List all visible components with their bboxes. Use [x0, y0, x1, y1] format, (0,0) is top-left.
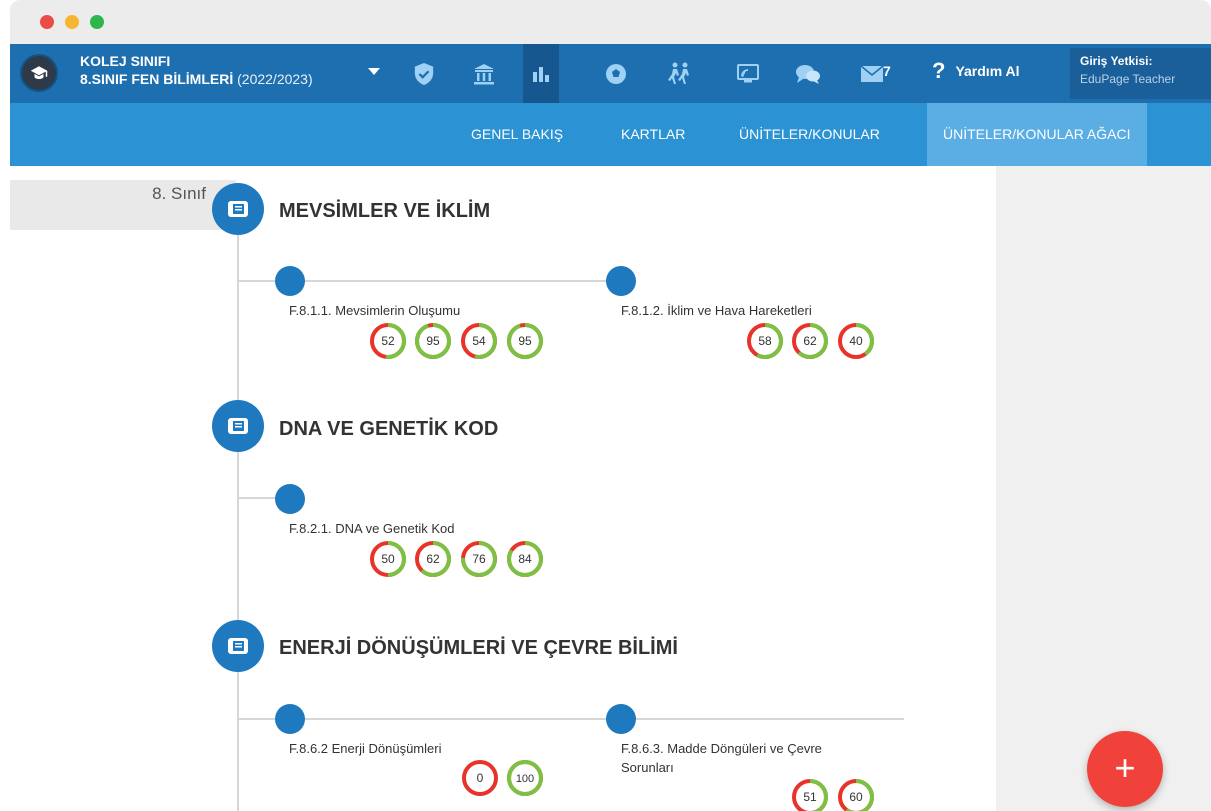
add-button[interactable]: +: [1087, 731, 1163, 807]
topic-name[interactable]: F.8.6.3. Madde Döngüleri ve Çevre Sorunl…: [621, 739, 822, 777]
topic-name-line: F.8.6.3. Madde Döngüleri ve Çevre: [621, 741, 822, 756]
tab-bar: GENEL BAKIŞ KARTLAR ÜNİTELER/KONULAR ÜNİ…: [10, 103, 1211, 166]
maximize-window-button[interactable]: [90, 15, 104, 29]
school-building-icon[interactable]: [468, 58, 500, 90]
branch-line: [239, 718, 904, 720]
topic-name[interactable]: F.8.1.2. İklim ve Hava Hareketleri: [621, 301, 812, 320]
score-ring[interactable]: 0: [461, 759, 499, 797]
login-role-value: EduPage Teacher: [1080, 72, 1176, 86]
close-window-button[interactable]: [40, 15, 54, 29]
score-ring[interactable]: 84: [506, 540, 544, 578]
tab-units-tree[interactable]: ÜNİTELER/KONULAR AĞACI: [927, 103, 1147, 166]
score-ring[interactable]: 100: [506, 759, 544, 797]
presentation-icon[interactable]: [732, 58, 764, 90]
help-button[interactable]: ? Yardım Al: [932, 60, 1020, 82]
score-value: 51: [803, 790, 817, 804]
score-value: 40: [849, 334, 863, 348]
score-ring[interactable]: 58: [746, 322, 784, 360]
tab-units[interactable]: ÜNİTELER/KONULAR: [739, 103, 880, 166]
topic-node[interactable]: [606, 704, 636, 734]
score-ring[interactable]: 62: [414, 540, 452, 578]
score-ring[interactable]: 51: [791, 778, 829, 811]
help-label: Yardım Al: [955, 63, 1020, 79]
soccer-ball-icon[interactable]: [600, 58, 632, 90]
school-name: KOLEJ SINIFI: [80, 53, 171, 69]
score-ring[interactable]: 95: [414, 322, 452, 360]
graduation-cap-icon[interactable]: [20, 54, 58, 92]
unit-book-icon[interactable]: [212, 400, 264, 452]
school-year: (2022/2023): [237, 71, 313, 87]
score-value: 52: [381, 334, 395, 348]
shield-icon[interactable]: [408, 58, 440, 90]
login-label: Giriş Yetkisi:: [1080, 54, 1153, 68]
topic-node[interactable]: [275, 266, 305, 296]
class-selector[interactable]: KOLEJ SINIFI 8.SINIF FEN BİLİMLERİ (2022…: [80, 52, 313, 88]
unit-book-icon[interactable]: [212, 620, 264, 672]
score-ring[interactable]: 40: [837, 322, 875, 360]
score-ring[interactable]: 62: [791, 322, 829, 360]
people-walking-icon[interactable]: [664, 58, 696, 90]
topic-node[interactable]: [606, 266, 636, 296]
unit-title[interactable]: DNA VE GENETİK KOD: [279, 418, 498, 441]
score-value: 0: [477, 771, 484, 785]
topic-name[interactable]: F.8.1.1. Mevsimlerin Oluşumu: [289, 301, 460, 320]
score-value: 95: [426, 334, 440, 348]
bar-chart-icon[interactable]: [523, 44, 559, 103]
chevron-down-icon[interactable]: [368, 68, 380, 75]
minimize-window-button[interactable]: [65, 15, 79, 29]
grade-label: 8. Sınıf: [10, 180, 236, 230]
unit-title[interactable]: ENERJİ DÖNÜŞÜMLERİ VE ÇEVRE BİLİMİ: [279, 637, 678, 660]
class-name: 8.SINIF FEN BİLİMLERİ: [80, 71, 234, 87]
score-ring[interactable]: 50: [369, 540, 407, 578]
score-ring[interactable]: 76: [460, 540, 498, 578]
right-side-panel: [996, 166, 1211, 811]
topic-node[interactable]: [275, 484, 305, 514]
score-ring[interactable]: 60: [837, 778, 875, 811]
topic-name-line: Sorunları: [621, 760, 674, 775]
question-mark-icon: ?: [932, 58, 946, 83]
score-ring[interactable]: 95: [506, 322, 544, 360]
mail-count-badge[interactable]: 7: [883, 63, 891, 79]
tab-cards[interactable]: KARTLAR: [621, 103, 685, 166]
topic-node[interactable]: [275, 704, 305, 734]
login-role-box[interactable]: Giriş Yetkisi: EduPage Teacher: [1070, 48, 1211, 99]
score-value: 62: [803, 334, 817, 348]
tab-overview[interactable]: GENEL BAKIŞ: [471, 103, 563, 166]
score-value: 62: [426, 552, 440, 566]
score-value: 58: [758, 334, 772, 348]
score-value: 60: [849, 790, 863, 804]
score-value: 84: [518, 552, 532, 566]
unit-title[interactable]: MEVSİMLER VE İKLİM: [279, 200, 490, 223]
window-titlebar: [10, 0, 1211, 44]
topic-name[interactable]: F.8.6.2 Enerji Dönüşümleri: [289, 739, 441, 758]
score-value: 95: [518, 334, 532, 348]
score-value: 54: [472, 334, 486, 348]
score-value: 76: [472, 552, 486, 566]
topic-name[interactable]: F.8.2.1. DNA ve Genetik Kod: [289, 519, 454, 538]
score-ring[interactable]: 54: [460, 322, 498, 360]
score-ring[interactable]: 52: [369, 322, 407, 360]
score-value: 50: [381, 552, 395, 566]
score-value: 100: [516, 773, 534, 785]
chat-bubbles-icon[interactable]: [792, 58, 824, 90]
top-navbar: KOLEJ SINIFI 8.SINIF FEN BİLİMLERİ (2022…: [10, 44, 1211, 103]
unit-book-icon[interactable]: [212, 183, 264, 235]
